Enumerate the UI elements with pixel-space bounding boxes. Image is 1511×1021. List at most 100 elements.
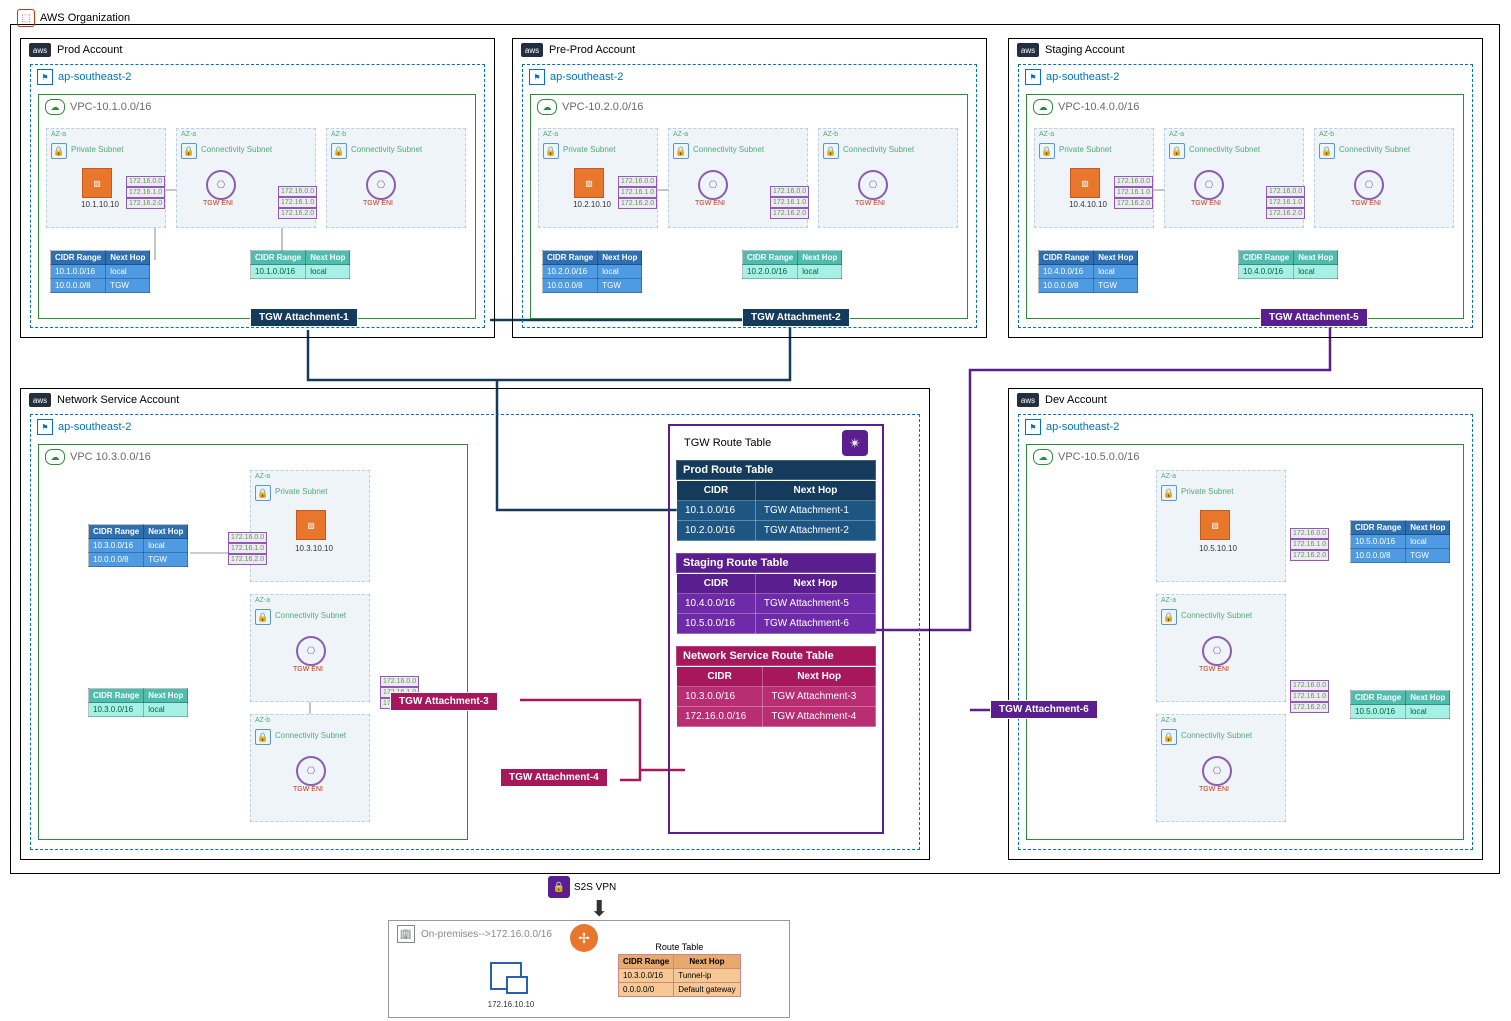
eni-label: TGW ENI — [293, 786, 323, 793]
eni-ip-chips: 172.16.0.0 172.16.1.0 172.16.2.0 — [126, 176, 165, 209]
lock-icon: 🔒 — [1161, 485, 1177, 501]
lock-icon: 🔒 — [1039, 143, 1055, 159]
subnet-label: Private Subnet — [563, 145, 615, 154]
preprod-conn-subnet-b: AZ-b 🔒 Connectivity Subnet — [818, 128, 958, 228]
subnet-label: Private Subnet — [275, 487, 327, 496]
lock-icon: 🔒 — [255, 485, 271, 501]
subnet-label: Connectivity Subnet — [351, 145, 422, 154]
aws-badge-icon: aws — [521, 43, 543, 57]
s2s-vpn-icon: 🔒 — [548, 876, 570, 898]
ec2-instance-icon: ▧ — [82, 168, 112, 198]
s2s-label: S2S VPN — [574, 882, 616, 893]
tgw-route-table-panel: TGW Route Table ✴ Prod Route Table CIDRNe… — [668, 424, 884, 834]
staging-private-route-table: CIDR RangeNext Hop 10.4.0.0/16local 10.0… — [1038, 250, 1138, 293]
tgw-eni-icon: ⎔ — [296, 756, 326, 786]
az-label: AZ-a — [543, 131, 558, 138]
region-name: ap-southeast-2 — [1046, 421, 1119, 433]
tgw-staging-route-table: Staging Route Table CIDRNext Hop 10.4.0.… — [676, 553, 876, 634]
arrow-down-icon: ⬇ — [590, 896, 608, 922]
subnet-label: Connectivity Subnet — [693, 145, 764, 154]
eni-label: TGW ENI — [855, 200, 885, 207]
vpc-cloud-icon: ☁ — [537, 99, 557, 115]
eni-label: TGW ENI — [203, 200, 233, 207]
ec2-ip: 10.2.10.10 — [562, 200, 622, 209]
ec2-ip: 10.5.10.10 — [1188, 544, 1248, 553]
tgw-attachment-4: TGW Attachment-4 — [500, 768, 608, 787]
eni-label: TGW ENI — [1191, 200, 1221, 207]
ec2-instance-icon: ▧ — [1070, 168, 1100, 198]
subnet-label: Private Subnet — [71, 145, 123, 154]
az-label: AZ-a — [1161, 473, 1176, 480]
aws-badge-icon: aws — [1017, 393, 1039, 407]
account-title: Dev Account — [1045, 394, 1107, 406]
region-name: ap-southeast-2 — [1046, 71, 1119, 83]
vpc-cidr: VPC-10.4.0.0/16 — [1058, 101, 1139, 113]
az-label: AZ-a — [1161, 597, 1176, 604]
org-title: AWS Organization — [40, 12, 130, 24]
lock-icon: 🔒 — [331, 143, 347, 159]
ec2-instance-icon: ▧ — [574, 168, 604, 198]
subnet-label: Connectivity Subnet — [201, 145, 272, 154]
az-label: AZ-a — [673, 131, 688, 138]
subnet-label: Private Subnet — [1181, 487, 1233, 496]
tgw-attachment-6: TGW Attachment-6 — [990, 700, 1098, 719]
account-title: Pre-Prod Account — [549, 44, 635, 56]
onprem-host-ip: 172.16.10.10 — [476, 1000, 546, 1009]
eni-ip-chips: 172.16.0.0 172.16.1.0 172.16.2.0 — [770, 186, 809, 219]
preprod-conn-route-table: CIDR RangeNext Hop 10.2.0.0/16local — [742, 250, 842, 279]
lock-icon: 🔒 — [255, 729, 271, 745]
az-label: AZ-a — [1039, 131, 1054, 138]
lock-icon: 🔒 — [255, 609, 271, 625]
vpc-cidr: VPC-10.2.0.0/16 — [562, 101, 643, 113]
region-flag-icon: ⚑ — [37, 419, 53, 435]
region-name: ap-southeast-2 — [550, 71, 623, 83]
lock-icon: 🔒 — [1161, 729, 1177, 745]
region-name: ap-southeast-2 — [58, 71, 131, 83]
ec2-ip: 10.1.10.10 — [70, 200, 130, 209]
vpc-cidr: VPC 10.3.0.0/16 — [70, 451, 151, 463]
subnet-label: Connectivity Subnet — [843, 145, 914, 154]
vpc-cidr: VPC-10.5.0.0/16 — [1058, 451, 1139, 463]
eni-ip-chips: 172.16.0.0 172.16.1.0 172.16.2.0 — [618, 176, 657, 209]
subnet-label: Private Subnet — [1059, 145, 1111, 154]
tgw-eni-icon: ⎔ — [1202, 636, 1232, 666]
tgw-title: TGW Route Table — [684, 437, 771, 449]
ec2-instance-icon: ▧ — [296, 510, 326, 540]
prod-conn-subnet-b: AZ-b 🔒 Connectivity Subnet — [326, 128, 466, 228]
account-title: Staging Account — [1045, 44, 1125, 56]
eni-label: TGW ENI — [1199, 786, 1229, 793]
subnet-label: Connectivity Subnet — [1181, 731, 1252, 740]
tgw-attachment-5: TGW Attachment-5 — [1260, 308, 1368, 327]
netsvc-conn-route-table: CIDR RangeNext Hop 10.3.0.0/16local — [88, 688, 188, 717]
vpc-cloud-icon: ☁ — [1033, 99, 1053, 115]
tgw-eni-icon: ⎔ — [1194, 170, 1224, 200]
tgw-eni-icon: ⎔ — [1354, 170, 1384, 200]
subnet-label: Connectivity Subnet — [1181, 611, 1252, 620]
preprod-private-route-table: CIDR RangeNext Hop 10.2.0.0/16local 10.0… — [542, 250, 642, 293]
aws-badge-icon: aws — [29, 43, 51, 57]
eni-label: TGW ENI — [293, 666, 323, 673]
aws-badge-icon: aws — [1017, 43, 1039, 57]
lock-icon: 🔒 — [1161, 609, 1177, 625]
eni-label: TGW ENI — [695, 200, 725, 207]
building-icon: 🏢 — [397, 925, 415, 943]
tgw-attachment-1: TGW Attachment-1 — [250, 308, 358, 327]
dev-conn-route-table: CIDR RangeNext Hop 10.5.0.0/16local — [1350, 690, 1450, 719]
tgw-prod-route-table: Prod Route Table CIDRNext Hop 10.1.0.0/1… — [676, 460, 876, 541]
subnet-label: Connectivity Subnet — [275, 731, 346, 740]
region-flag-icon: ⚑ — [1025, 419, 1041, 435]
az-label: AZ-a — [181, 131, 196, 138]
account-title: Network Service Account — [57, 394, 179, 406]
account-title: Prod Account — [57, 44, 122, 56]
tgw-icon: ✴ — [842, 430, 868, 456]
ec2-ip: 10.4.10.10 — [1058, 200, 1118, 209]
vpc-cidr: VPC-10.1.0.0/16 — [70, 101, 151, 113]
staging-conn-route-table: CIDR RangeNext Hop 10.4.0.0/16local — [1238, 250, 1338, 279]
region-name: ap-southeast-2 — [58, 421, 131, 433]
subnet-label: Connectivity Subnet — [1339, 145, 1410, 154]
ec2-ip: 10.3.10.10 — [284, 544, 344, 553]
tgw-eni-icon: ⎔ — [1202, 756, 1232, 786]
staging-conn-subnet-b: AZ-b 🔒 Connectivity Subnet — [1314, 128, 1454, 228]
az-label: AZ-a — [255, 597, 270, 604]
az-label: AZ-b — [331, 131, 346, 138]
